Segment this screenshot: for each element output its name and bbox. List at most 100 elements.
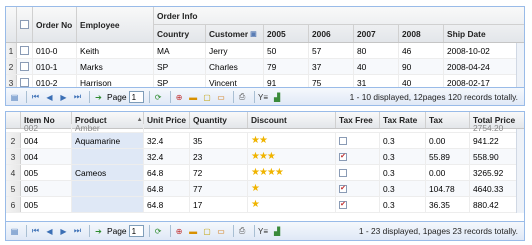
cell-discount[interactable]: ★ xyxy=(248,197,336,212)
export-icon[interactable]: ▤ xyxy=(9,226,20,237)
cell-tax: 36.35 xyxy=(426,197,470,212)
cell-2006: 37 xyxy=(309,59,354,74)
col-2007[interactable]: 2007 xyxy=(354,25,399,42)
rating-stars[interactable]: ★ xyxy=(251,183,260,194)
table-row[interactable]: 3 004 32.4 23 ★★★ ✔ 0.3 55.89 558.90 xyxy=(6,149,524,165)
cell-item-no: 005 xyxy=(21,197,72,212)
goto-arrow-icon[interactable]: ➔ xyxy=(93,92,104,103)
toolbar-separator xyxy=(232,91,234,103)
edit-icon[interactable]: ▢ xyxy=(202,92,213,103)
cell-tax-free[interactable]: ✔ xyxy=(336,197,380,212)
goto-arrow-icon[interactable]: ➔ xyxy=(93,226,104,237)
rating-stars[interactable]: ★★★ xyxy=(251,151,276,162)
table-row[interactable]: 5 005 64.8 77 ★ ✔ 0.3 104.78 4640.33 xyxy=(6,181,524,197)
cell-item-no: 004 xyxy=(21,149,72,164)
page-label: Page xyxy=(107,92,127,102)
col-ship-date[interactable]: Ship Date xyxy=(444,25,524,42)
next-page-icon[interactable]: ▶ xyxy=(58,92,69,103)
cell-discount[interactable]: ★★ xyxy=(248,133,336,148)
orders-grid: Order No Employee Order Info Country Cus… xyxy=(5,6,525,106)
page-input[interactable]: 1 xyxy=(128,91,144,103)
toolbar-separator xyxy=(169,225,171,237)
cell-tax-free[interactable]: ✔ xyxy=(336,149,380,164)
rating-stars[interactable]: ★★★★ xyxy=(251,167,284,178)
table-row[interactable]: 2 004 Aquamarine 32.4 35 ★★ 0.3 0.00 941… xyxy=(6,133,524,149)
cell-ship-date: 2008-04-24 xyxy=(444,59,524,74)
col-employee[interactable]: Employee xyxy=(77,7,154,42)
row-number: 3 xyxy=(6,149,21,164)
chart-icon[interactable]: ▟ xyxy=(272,226,283,237)
col-country[interactable]: Country xyxy=(154,25,206,42)
edit-icon[interactable]: ▢ xyxy=(202,226,213,237)
chart-icon[interactable]: ▟ xyxy=(272,92,283,103)
cell-employee: Marks xyxy=(77,59,154,74)
cell-tax-free[interactable]: ✔ xyxy=(336,181,380,196)
cell-tax: 55.89 xyxy=(426,149,470,164)
cell-tax-free[interactable] xyxy=(336,165,380,180)
page-input[interactable]: 1 xyxy=(128,225,144,237)
rating-stars[interactable]: ★★ xyxy=(251,135,268,146)
export-icon[interactable]: ▤ xyxy=(9,92,20,103)
print-icon[interactable]: ⎙ xyxy=(237,226,248,237)
save-icon[interactable]: ▭ xyxy=(216,226,227,237)
rating-stars[interactable]: ★ xyxy=(251,199,260,210)
first-page-icon[interactable]: ⏮ xyxy=(30,226,41,237)
col-2006[interactable]: 2006 xyxy=(309,25,354,42)
cell-unit-price: 32.4 xyxy=(144,133,190,148)
cell-unit-price: 64.8 xyxy=(144,165,190,180)
save-icon[interactable]: ▭ xyxy=(216,92,227,103)
cell-tax-rate: 0.3 xyxy=(380,197,426,212)
vertical-scrollbar[interactable] xyxy=(516,43,524,87)
cell-unit-price: 64.8 xyxy=(144,197,190,212)
select-all-checkbox[interactable] xyxy=(17,7,33,42)
cell-item-no: 002 xyxy=(21,124,72,132)
refresh-icon[interactable]: ⟳ xyxy=(153,92,164,103)
cell-discount[interactable]: ★★★ xyxy=(248,149,336,164)
col-customer[interactable]: Customer ▣ xyxy=(206,25,264,42)
cell-tax-free[interactable] xyxy=(336,133,380,148)
cell-discount[interactable]: ★★★★ xyxy=(248,165,336,180)
tax-free-checkbox[interactable]: ✔ xyxy=(339,200,347,209)
prev-page-icon[interactable]: ◀ xyxy=(44,226,55,237)
filter-icon[interactable]: Y≡ xyxy=(258,92,269,103)
cell-product: Aquamarine xyxy=(72,133,144,148)
first-page-icon[interactable]: ⏮ xyxy=(30,92,41,103)
col-customer-label: Customer xyxy=(209,28,249,39)
table-row[interactable]: 4 005 Cameos 64.8 72 ★★★★ 0.3 0.00 3265.… xyxy=(6,165,524,181)
page-label: Page xyxy=(107,226,127,236)
filter-icon[interactable]: ▣ xyxy=(250,30,257,38)
tax-free-checkbox[interactable] xyxy=(339,136,347,145)
col-2008[interactable]: 2008 xyxy=(399,25,444,42)
cell-product: Cameos xyxy=(72,165,144,180)
tax-free-checkbox[interactable] xyxy=(339,168,347,177)
delete-icon[interactable]: ▬ xyxy=(188,226,199,237)
print-icon[interactable]: ⎙ xyxy=(237,92,248,103)
table-row[interactable]: 2 010-1 Marks SP Charles 79 37 40 90 200… xyxy=(6,59,524,75)
add-icon[interactable]: ⊕ xyxy=(174,92,185,103)
toolbar-separator xyxy=(232,225,234,237)
refresh-icon[interactable]: ⟳ xyxy=(153,226,164,237)
prev-page-icon[interactable]: ◀ xyxy=(44,92,55,103)
filter-icon[interactable]: Y≡ xyxy=(258,226,269,237)
row-checkbox[interactable] xyxy=(17,43,33,58)
last-page-icon[interactable]: ⏭ xyxy=(72,226,83,237)
cell-tax: 0.00 xyxy=(426,133,470,148)
col-2005[interactable]: 2005 xyxy=(264,25,309,42)
last-page-icon[interactable]: ⏭ xyxy=(72,92,83,103)
tax-free-checkbox[interactable]: ✔ xyxy=(339,184,347,193)
toolbar-separator xyxy=(148,91,150,103)
cell-discount[interactable]: ★ xyxy=(248,181,336,196)
add-icon[interactable]: ⊕ xyxy=(174,226,185,237)
cell-unit-price: 64.8 xyxy=(144,181,190,196)
delete-icon[interactable]: ▬ xyxy=(188,92,199,103)
cell-quantity: 17 xyxy=(190,197,248,212)
table-row[interactable]: 1 010-0 Keith MA Jerry 50 57 80 46 2008-… xyxy=(6,43,524,59)
tax-free-checkbox[interactable]: ✔ xyxy=(339,152,347,161)
vertical-scrollbar[interactable] xyxy=(516,129,524,213)
table-row[interactable]: 6 005 64.8 17 ★ ✔ 0.3 36.35 880.42 xyxy=(6,197,524,213)
col-order-no[interactable]: Order No xyxy=(33,7,77,42)
cell-order-no: 010-1 xyxy=(33,59,77,74)
row-checkbox[interactable] xyxy=(17,59,33,74)
items-grid: Item No Product ▲ Unit Price Quantity Dis… xyxy=(5,111,525,241)
next-page-icon[interactable]: ▶ xyxy=(58,226,69,237)
